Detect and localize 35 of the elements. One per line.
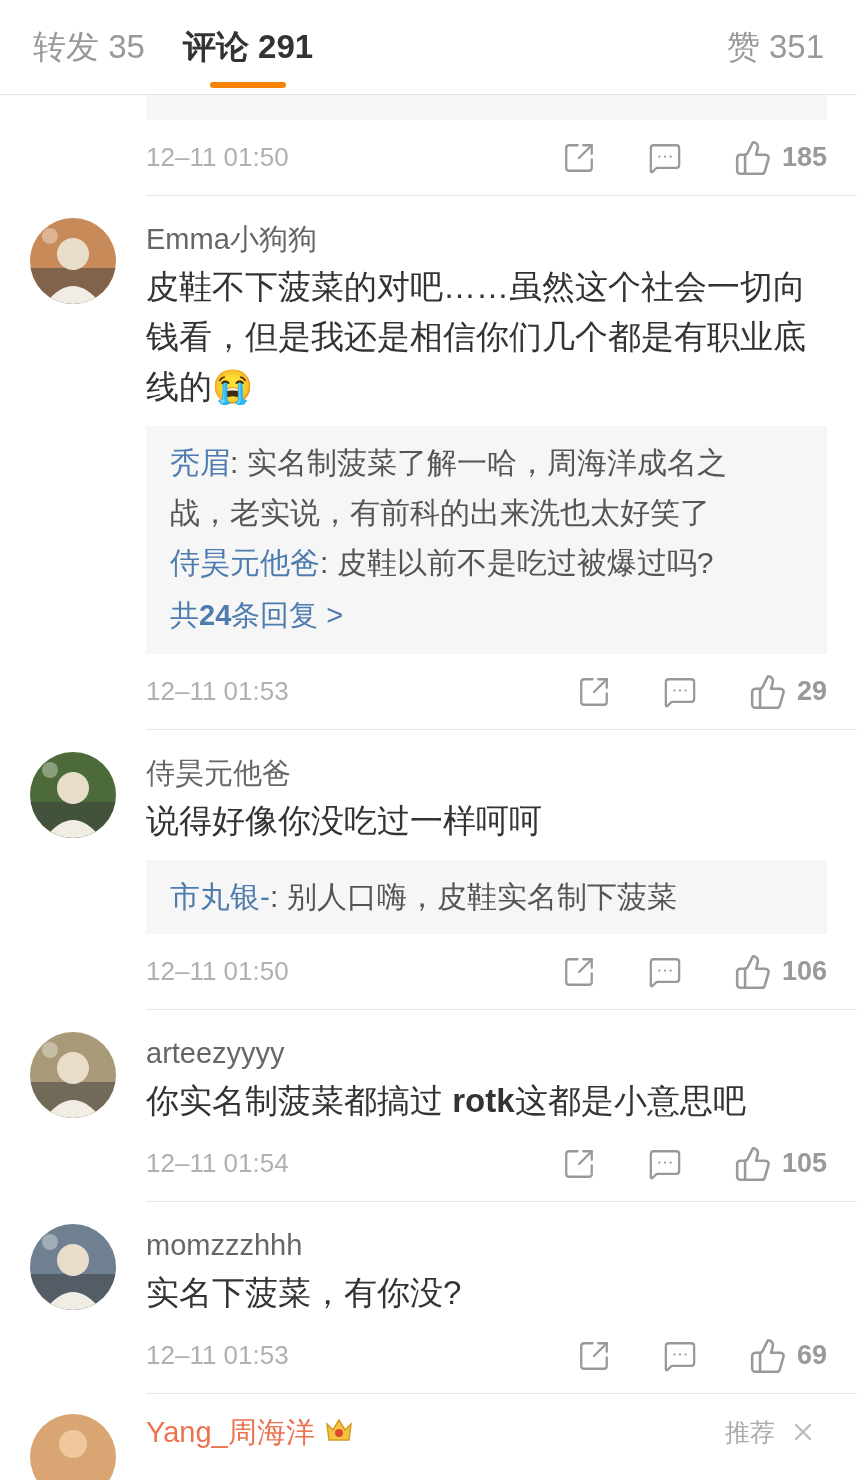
like-icon[interactable] [733,1144,772,1183]
timestamp: 12–11 01:53 [146,675,289,708]
user-name[interactable]: arteezyyyy [146,1032,857,1074]
like-count: 69 [796,1339,827,1373]
like-count: 105 [781,1147,827,1181]
like-icon[interactable] [748,672,787,711]
comment-text: 实名下菠菜，有你没? [146,1273,463,1313]
timestamp: 12–11 01:50 [146,141,289,174]
reply-text: 市丸银-: 别人口嗨，皮鞋实名制下菠菜 [170,879,678,915]
tab[interactable]: 转发 35 [33,0,145,94]
timestamp: 12–11 01:50 [146,955,289,988]
tab[interactable]: 评论 291 [182,0,314,94]
like-count: 185 [781,141,827,175]
more-replies-link[interactable]: 共24条回复 > [170,588,767,642]
like-count: 29 [796,675,827,709]
like-icon[interactable] [733,138,772,177]
comment-text: 你实名制菠菜都搞过 rotk这都是小意思吧 [146,1081,747,1121]
comment-text: 皮鞋不下菠菜的对吧……虽然这个社会一切向钱看，但是我还是相信你们几个都是有职业底线的😭 [146,267,807,407]
reply-text: 侍昊元他爸: 皮鞋以前不是吃过被爆过吗? [170,545,715,581]
user-name[interactable]: Emma小狗狗 [146,218,857,260]
like-icon[interactable] [733,952,772,991]
user-link[interactable]: 秃眉 [170,446,230,479]
user-name[interactable]: momzzzhhh [146,1224,857,1266]
user-link[interactable]: 市丸银- [170,880,270,913]
user-name[interactable]: 侍昊元他爸 [146,752,857,794]
like-count: 106 [781,955,827,989]
user-name[interactable]: Yang_周海洋 [146,1414,315,1450]
comment-text: 说得好像你没吃过一样呵呵 [146,801,543,841]
reply-text: 秃眉: 实名制菠菜了解一哈，周海洋成名之战，老实说，有前科的出来洗也太好笑了 [170,445,728,531]
recommended-label: 推荐 [725,1417,775,1448]
timestamp: 12–11 01:54 [146,1147,289,1180]
tab[interactable]: 赞 351 [726,0,824,94]
user-link[interactable]: 侍昊元他爸 [170,546,320,579]
timestamp: 12–11 01:53 [146,1339,289,1372]
like-icon[interactable] [748,1336,787,1375]
